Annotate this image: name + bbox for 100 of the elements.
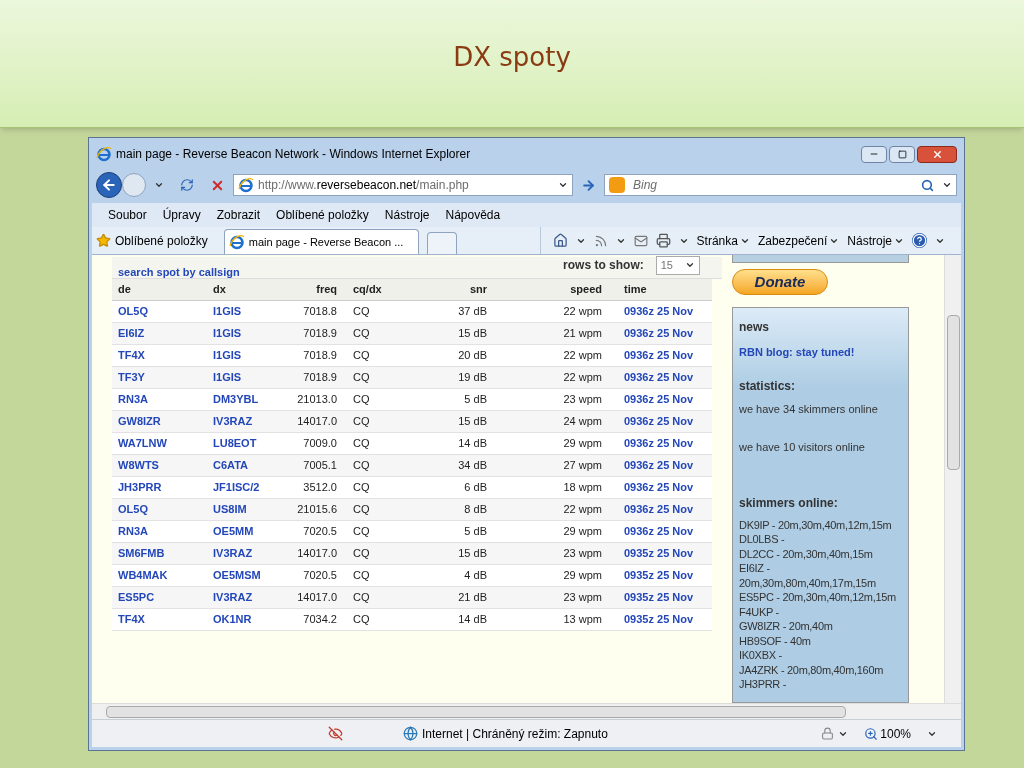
menu-item[interactable]: Zobrazit [216,206,261,224]
search-field[interactable]: Bing [604,174,957,196]
table-cell[interactable]: 0935z 25 Nov [612,609,712,631]
skimmer-entry: EI6IZ - 20m,30m,80m,40m,17m,15m [739,561,877,590]
help-icon[interactable] [912,233,927,248]
table-cell[interactable]: GW8IZR [112,411,207,433]
table-cell[interactable]: LU8EOT [207,433,287,455]
zoom-icon[interactable] [864,726,879,741]
menu-item[interactable]: Úpravy [162,206,201,224]
table-cell[interactable]: OK1NR [207,609,287,631]
command-menu[interactable]: Zabezpečení [757,231,840,250]
table-cell[interactable]: DM3YBL [207,389,287,411]
maximize-button[interactable] [889,145,915,163]
table-cell[interactable]: TF4X [112,345,207,367]
table-cell[interactable]: 0936z 25 Nov [612,367,712,389]
table-cell[interactable]: JH3PRR [112,477,207,499]
table-cell[interactable]: OL5Q [112,301,207,323]
table-cell[interactable]: WB4MAK [112,565,207,587]
command-menu[interactable]: Stránka [696,231,750,250]
table-cell: 14017.0 [287,587,347,609]
table-cell[interactable]: 0935z 25 Nov [612,565,712,587]
table-cell: 34 dB [427,455,497,477]
table-cell[interactable]: WA7LNW [112,433,207,455]
menu-item[interactable]: Soubor [108,206,147,224]
command-menu[interactable]: Nástroje [847,231,904,250]
table-cell[interactable]: RN3A [112,521,207,543]
table-cell[interactable]: 0936z 25 Nov [612,411,712,433]
go-arrow-icon[interactable] [581,177,596,193]
table-cell[interactable]: C6ATA [207,455,287,477]
star-icon[interactable] [96,233,111,248]
table-cell[interactable]: OE5MSM [207,565,287,587]
printer-icon[interactable] [655,233,671,248]
skimmer-entry: JA4ZRK - 20m,80m,40m,160m [739,662,885,677]
table-cell[interactable]: IV3RAZ [207,543,287,565]
window-title: main page - Reverse Beacon Network - Windows Internet Explorer [116,146,471,163]
mail-icon[interactable] [633,233,648,248]
slide-title: DX spoty [453,41,571,74]
table-cell[interactable]: TF4X [112,609,207,631]
table-cell: 20 dB [427,345,497,367]
address-field[interactable]: http://www.reversebeacon.net/main.php [233,174,573,196]
feed-icon[interactable] [593,233,608,248]
table-cell[interactable]: IV3RAZ [207,587,287,609]
table-cell[interactable]: 0936z 25 Nov [612,301,712,323]
table-cell[interactable]: 0936z 25 Nov [612,455,712,477]
table-cell: 14017.0 [287,411,347,433]
table-cell[interactable]: ES5PC [112,587,207,609]
zoom-level[interactable]: 100% [880,724,911,743]
table-cell[interactable]: I1GIS [207,367,287,389]
table-cell[interactable]: 0936z 25 Nov [612,345,712,367]
news-link[interactable]: RBN blog: stay tuned! [739,344,902,361]
rows-select[interactable]: 15 [655,256,700,275]
back-button[interactable] [96,172,122,198]
menu-item[interactable]: Nástroje [384,206,430,224]
close-button[interactable] [917,145,957,163]
table-cell: CQ [347,301,427,323]
table-cell[interactable]: EI6IZ [112,323,207,345]
table-cell: 7009.0 [287,433,347,455]
table-cell[interactable]: SM6FMB [112,543,207,565]
horizontal-scrollbar[interactable] [92,703,961,719]
refresh-icon[interactable] [180,178,194,192]
menu-item[interactable]: Oblíbené položky [276,206,369,224]
table-cell: CQ [347,477,427,499]
table-cell[interactable]: W8WTS [112,455,207,477]
table-cell[interactable]: 0936z 25 Nov [612,433,712,455]
table-cell[interactable]: I1GIS [207,301,287,323]
address-caret-icon[interactable] [558,180,568,190]
table-cell: CQ [347,323,427,345]
table-cell[interactable]: RN3A [112,389,207,411]
table-cell[interactable]: IV3RAZ [207,411,287,433]
search-callsign-link[interactable]: search spot by callsign [118,264,240,281]
table-cell[interactable]: I1GIS [207,323,287,345]
table-cell[interactable]: 0936z 25 Nov [612,477,712,499]
table-cell[interactable]: 0936z 25 Nov [612,323,712,345]
scroll-thumb[interactable] [946,315,960,470]
privacy-icon[interactable] [328,726,343,741]
table-cell[interactable]: 0936z 25 Nov [612,389,712,411]
table-cell[interactable]: TF3Y [112,367,207,389]
table-cell[interactable]: 0935z 25 Nov [612,587,712,609]
scroll-thumb[interactable] [106,705,846,718]
table-cell[interactable]: OL5Q [112,499,207,521]
table-cell[interactable]: JF1ISC/2 [207,477,287,499]
search-caret-icon[interactable] [942,180,952,190]
home-icon[interactable] [552,233,568,248]
skimmer-entry: HB9SOF - 40m [739,633,812,648]
search-icon[interactable] [921,178,934,192]
table-cell: 21 wpm [497,323,612,345]
minimize-button[interactable] [861,145,887,163]
table-cell[interactable]: OE5MM [207,521,287,543]
table-cell[interactable]: 0936z 25 Nov [612,521,712,543]
vertical-scrollbar[interactable] [944,255,961,703]
table-cell[interactable]: 0935z 25 Nov [612,543,712,565]
rows-label: rows to show: [563,257,644,275]
favorites-link[interactable]: Oblíbené položky [115,231,208,250]
table-cell[interactable]: US8IM [207,499,287,521]
menu-item[interactable]: Nápověda [445,206,501,224]
history-caret-icon[interactable] [154,180,164,190]
table-cell[interactable]: I1GIS [207,345,287,367]
table-cell[interactable]: 0936z 25 Nov [612,499,712,521]
donate-button[interactable]: Donate [732,269,828,295]
browser-tab[interactable]: main page - Reverse Beacon ... [223,229,419,254]
